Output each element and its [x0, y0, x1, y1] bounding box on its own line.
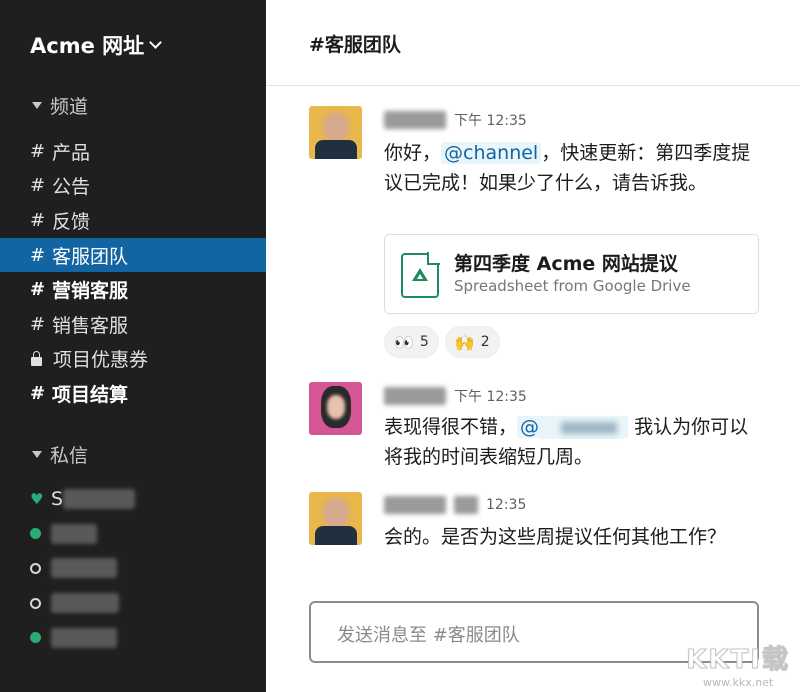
sidebar-item-dm[interactable] [0, 586, 266, 621]
sidebar-item-channel-unread[interactable]: # 项目结算 [0, 376, 266, 411]
message-pane: #客服团队 下午 12:35 你好， @channel ，快速更新：第四季度提议已完… [266, 0, 800, 692]
channel-label: 产品 [52, 141, 91, 164]
dm-list: ♥ S [0, 482, 266, 655]
google-drive-sheet-icon [401, 252, 440, 298]
sidebar-item-dm[interactable] [0, 517, 266, 552]
redacted-time-prefix [454, 496, 478, 514]
message-timestamp[interactable]: 下午 12:35 [454, 110, 527, 130]
reaction-raised-hands[interactable]: 🙌 2 [444, 326, 500, 358]
avatar[interactable] [309, 106, 362, 159]
sidebar-item-channel[interactable]: # 销售客服 [0, 307, 266, 342]
channel-label: 公告 [52, 176, 91, 199]
message-meta: 下午 12:35 [384, 386, 527, 406]
caret-down-icon [32, 451, 42, 458]
redacted-sender-name[interactable] [384, 111, 446, 129]
sidebar-item-channel[interactable]: # 产品 [0, 134, 266, 169]
sidebar-item-channel-active[interactable]: # 客服团队 [0, 237, 266, 273]
attachment-title[interactable]: 第四季度 Acme 网站提议 [454, 249, 678, 276]
redacted-mention-name [539, 416, 626, 439]
drive-icon [412, 268, 428, 281]
message-text: 表现得很不错， @ 我认为你可以将我的时间表缩短几周。 [384, 412, 764, 472]
eyes-emoji-icon: 👀 [394, 332, 414, 352]
message-meta: 12:35 [384, 496, 526, 514]
dm-name: S [51, 488, 64, 511]
sidebar-item-dm[interactable] [0, 620, 266, 655]
hash-icon: # [30, 244, 46, 266]
channels-header-label: 频道 [50, 96, 89, 118]
channel-label: 营销客服 [52, 280, 129, 303]
redacted-sender-name[interactable] [384, 496, 446, 514]
channel-label: 项目结算 [52, 383, 129, 406]
hash-icon: # [30, 313, 46, 335]
message-timestamp[interactable]: 12:35 [486, 497, 526, 513]
watermark-logo: KKTI载 [686, 645, 790, 676]
raised-hands-emoji-icon: 🙌 [454, 332, 475, 352]
channel-label: 客服团队 [52, 245, 129, 268]
dm-header-label: 私信 [50, 445, 89, 467]
reaction-eyes[interactable]: 👀 5 [384, 326, 439, 358]
channel-label: 项目优惠券 [53, 349, 149, 372]
presence-online-icon [30, 528, 41, 540]
redacted-name [51, 627, 117, 648]
mention-channel[interactable]: @channel [441, 142, 542, 164]
avatar[interactable] [309, 382, 362, 435]
redacted-name [51, 558, 117, 579]
workspace-switcher[interactable]: Acme 网址 [30, 30, 163, 60]
channel-label: 反馈 [52, 210, 91, 233]
sidebar-item-dm[interactable]: ♥ S [0, 482, 266, 517]
message: 下午 12:35 你好， @channel ，快速更新：第四季度提议已完成！如果少了… [309, 106, 769, 366]
watermark: KKTI载 www.kkx.net [686, 639, 790, 690]
sidebar-item-dm[interactable] [0, 551, 266, 586]
channels-section-toggle[interactable]: 频道 [32, 92, 88, 119]
message-timestamp[interactable]: 下午 12:35 [454, 386, 527, 406]
channel-label: 销售客服 [52, 314, 129, 337]
hash-icon: # [30, 140, 46, 162]
mention-user[interactable]: @ [517, 416, 629, 439]
reaction-count: 2 [480, 334, 490, 350]
watermark-url: www.kkx.net [703, 676, 774, 689]
dm-section-toggle[interactable]: 私信 [32, 441, 88, 468]
presence-online-icon [30, 632, 41, 644]
redacted-name [51, 523, 97, 544]
caret-down-icon [32, 102, 42, 109]
hash-icon: # [30, 175, 46, 197]
channel-list: # 产品 # 公告 # 反馈 # 客服团队 # 营销客服 # 销售客服 项目优惠… [0, 134, 266, 411]
presence-away-icon [30, 562, 41, 574]
mention-prefix: @ [520, 416, 540, 438]
presence-away-icon [30, 597, 41, 609]
lock-icon [31, 351, 42, 367]
avatar[interactable] [309, 492, 362, 545]
sidebar-item-channel-unread[interactable]: # 营销客服 [0, 272, 266, 307]
message-meta: 下午 12:35 [384, 110, 527, 130]
workspace-name: Acme 网址 [30, 34, 145, 58]
message-text-part: 表现得很不错， [384, 416, 518, 438]
sidebar-item-private-channel[interactable]: 项目优惠券 [0, 342, 266, 377]
message-text-part: 你好， [384, 142, 442, 164]
heart-icon: ♥ [30, 490, 44, 509]
message: 下午 12:35 表现得很不错， @ 我认为你可以将我的时间表缩短几周。 [309, 382, 769, 482]
file-attachment-card[interactable]: 第四季度 Acme 网站提议 Spreadsheet from Google D… [384, 234, 759, 314]
channel-header: #客服团队 [266, 0, 800, 86]
sidebar-item-channel[interactable]: # 反馈 [0, 203, 266, 238]
attachment-subtitle: Spreadsheet from Google Drive [454, 277, 691, 295]
message: 12:35 会的。是否为这些周提议任何其他工作？ [309, 492, 769, 592]
chevron-down-icon [149, 36, 163, 49]
message-text: 你好， @channel ，快速更新：第四季度提议已完成！如果少了什么，请告诉我。 [384, 138, 764, 198]
hash-icon: # [30, 279, 46, 301]
redacted-name [63, 489, 136, 510]
sidebar-item-channel[interactable]: # 公告 [0, 169, 266, 204]
reaction-count: 5 [419, 334, 429, 350]
sidebar: Acme 网址 频道 # 产品 # 公告 # 反馈 # 客服团队 # 营销客服 … [0, 0, 266, 692]
reaction-bar: 👀 5 🙌 2 [384, 326, 500, 358]
channel-title: #客服团队 [309, 34, 401, 56]
hash-icon: # [30, 209, 46, 231]
message-text: 会的。是否为这些周提议任何其他工作？ [384, 526, 727, 548]
hash-icon: # [30, 382, 46, 404]
redacted-sender-name[interactable] [384, 387, 446, 405]
redacted-name [51, 593, 119, 614]
